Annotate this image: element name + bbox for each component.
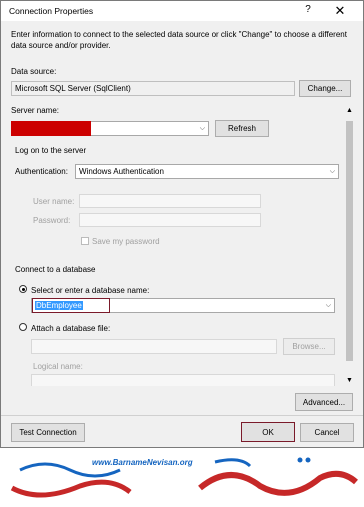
data-source-field: Microsoft SQL Server (SqlClient) <box>11 81 295 96</box>
test-connection-button[interactable]: Test Connection <box>11 423 85 442</box>
browse-button: Browse... <box>283 338 335 355</box>
help-icon[interactable]: ? <box>301 4 315 18</box>
save-password-checkbox <box>81 237 89 245</box>
footer-divider <box>1 415 363 416</box>
refresh-button[interactable]: Refresh <box>215 120 269 137</box>
attach-database-label: Attach a database file: <box>31 324 111 333</box>
logon-section-label: Log on to the server <box>15 146 87 155</box>
redaction-block <box>11 121 91 136</box>
title-bar: Connection Properties ? ✕ <box>1 1 363 21</box>
chevron-down-icon[interactable]: ⌵ <box>200 125 205 133</box>
authentication-value: Windows Authentication <box>79 167 164 176</box>
data-source-value: Microsoft SQL Server (SqlClient) <box>15 84 131 93</box>
logical-name-input <box>31 374 335 386</box>
authentication-select[interactable]: Windows Authentication ⌵ <box>75 164 339 179</box>
intro-text: Enter information to connect to the sele… <box>11 30 347 50</box>
attach-database-input <box>31 339 277 354</box>
window-title: Connection Properties <box>9 6 94 16</box>
password-label: Password: <box>33 216 71 225</box>
logical-name-label: Logical name: <box>33 362 83 371</box>
attach-database-radio[interactable] <box>19 323 27 331</box>
ok-button[interactable]: OK <box>241 422 295 442</box>
cancel-button[interactable]: Cancel <box>300 423 354 442</box>
change-button[interactable]: Change... <box>299 80 351 97</box>
connect-database-section-label: Connect to a database <box>15 265 96 274</box>
chevron-down-icon[interactable]: ⌵ <box>330 168 335 176</box>
data-source-label: Data source: <box>11 67 57 76</box>
server-name-label: Server name: <box>11 106 60 115</box>
scroll-down-icon[interactable]: ▼ <box>346 377 353 384</box>
save-password-label: Save my password <box>92 237 160 246</box>
select-database-label: Select or enter a database name: <box>31 286 150 295</box>
scrollbar[interactable]: ▲ ▼ <box>344 107 355 391</box>
user-name-label: User name: <box>33 197 75 206</box>
connection-properties-dialog: Connection Properties ? ✕ Enter informat… <box>0 0 364 448</box>
watermark-banner: www.BarnameNevisan.org <box>0 448 364 505</box>
select-database-radio[interactable] <box>19 285 27 293</box>
barnamenevisan-logo <box>10 457 358 498</box>
close-icon[interactable]: ✕ <box>329 3 351 19</box>
chevron-down-icon[interactable]: ⌵ <box>326 302 331 310</box>
scroll-up-icon[interactable]: ▲ <box>346 107 353 114</box>
database-name-value: DbEmployee <box>35 301 83 310</box>
scrollbar-thumb[interactable] <box>346 121 353 361</box>
advanced-button[interactable]: Advanced... <box>295 393 353 411</box>
database-name-input[interactable]: DbEmployee <box>32 298 110 313</box>
user-name-input <box>79 194 261 208</box>
authentication-label: Authentication: <box>15 167 68 176</box>
banner-url: www.BarnameNevisan.org <box>92 458 193 467</box>
password-input <box>79 213 261 227</box>
